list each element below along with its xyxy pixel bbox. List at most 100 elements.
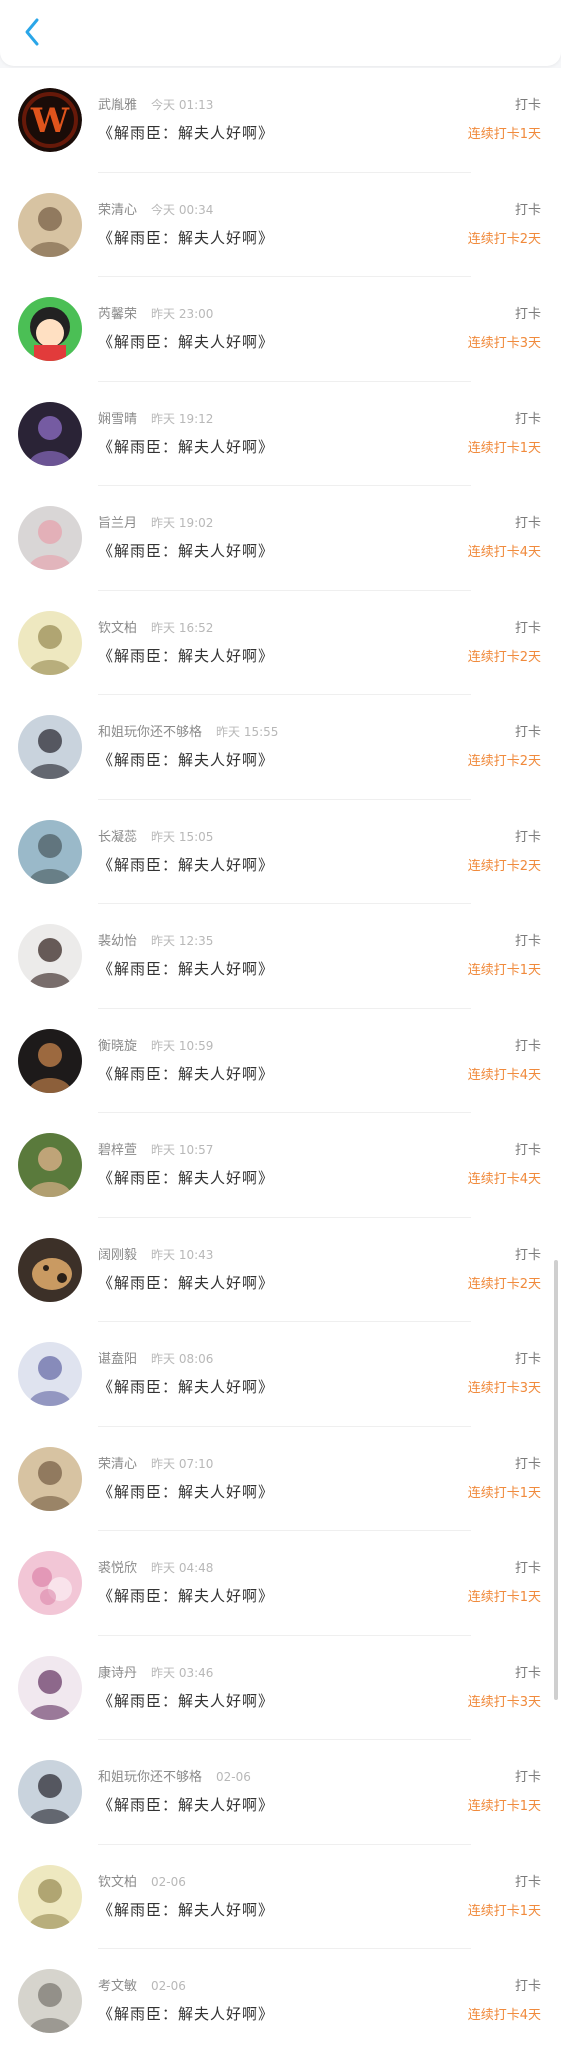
name-line: 钦文柏 昨天 16:52 [98, 617, 213, 636]
checkin-title[interactable]: 《解雨臣：解夫人好啊》 [98, 2003, 274, 2024]
cartoon-girl-avatar[interactable] [18, 297, 82, 361]
pink-floral-avatar[interactable] [18, 1551, 82, 1615]
list-item[interactable]: 考文敏 02-06 《解雨臣：解夫人好啊》 打卡 连续打卡4天 [0, 1949, 561, 2048]
sketch-character-avatar[interactable] [18, 1864, 82, 1929]
sketch-character-avatar[interactable] [18, 610, 82, 675]
post-time: 昨天 19:02 [151, 516, 214, 530]
list-item[interactable]: 裴幼怡 昨天 12:35 《解雨臣：解夫人好啊》 打卡 连续打卡1天 [0, 904, 561, 1009]
checkin-title[interactable]: 《解雨臣：解夫人好啊》 [98, 1167, 274, 1188]
name-line: 和姐玩你还不够格 02-06 [98, 1766, 251, 1785]
svg-text:W: W [30, 101, 70, 141]
checkin-label: 打卡 [514, 1665, 541, 1681]
list-item[interactable]: 荣清心 今天 00:34 《解雨臣：解夫人好啊》 打卡 连续打卡2天 [0, 173, 561, 277]
name-line: 旨兰月 昨天 19:02 [98, 512, 213, 531]
list-item[interactable]: 娴雪晴 昨天 19:12 《解雨臣：解夫人好啊》 打卡 连续打卡1天 [0, 382, 561, 486]
w-logo-avatar[interactable]: W [18, 88, 82, 152]
post-time: 昨天 12:35 [151, 934, 214, 948]
post-time: 昨天 07:10 [151, 1456, 214, 1471]
user-name[interactable]: 长凝蕊 [98, 830, 137, 845]
checkin-title[interactable]: 《解雨臣：解夫人好啊》 [98, 436, 274, 457]
checkin-title[interactable]: 《解雨臣：解夫人好啊》 [98, 854, 274, 875]
user-name[interactable]: 衡晓旋 [98, 1039, 137, 1054]
long-hair-girl-avatar[interactable] [18, 1760, 82, 1824]
user-name[interactable]: 旨兰月 [98, 516, 137, 531]
user-name[interactable]: 阔刚毅 [98, 1248, 137, 1263]
user-name[interactable]: 钦文柏 [98, 621, 137, 636]
dark-portrait-avatar[interactable] [18, 1028, 82, 1093]
user-name[interactable]: 碧梓萱 [98, 1143, 137, 1158]
night-photo-avatar[interactable] [18, 401, 82, 466]
chevron-left-icon [25, 18, 39, 46]
list-item[interactable]: 裘悦欣 昨天 04:48 《解雨臣：解夫人好啊》 打卡 连续打卡1天 [0, 1531, 561, 1636]
user-name[interactable]: 武胤雅 [98, 98, 137, 113]
user-name[interactable]: 芮馨荣 [98, 307, 137, 322]
anime-girl-avatar[interactable] [18, 192, 82, 257]
scrollbar[interactable] [554, 1260, 558, 1700]
list-item[interactable]: 长凝蕊 昨天 15:05 《解雨臣：解夫人好啊》 打卡 连续打卡2天 [0, 800, 561, 904]
list-item[interactable]: 钦文柏 02-06 《解雨臣：解夫人好啊》 打卡 连续打卡1天 [0, 1845, 561, 1949]
seaside-avatar[interactable] [18, 819, 82, 884]
anime-purple-hair-avatar[interactable] [18, 1655, 82, 1720]
checkin-title[interactable]: 《解雨臣：解夫人好啊》 [98, 749, 274, 770]
streak-badge: 连续打卡4天 [467, 1172, 541, 1187]
checkin-title[interactable]: 《解雨臣：解夫人好啊》 [98, 1899, 274, 1920]
back-button[interactable] [14, 14, 50, 50]
streak-badge: 连续打卡1天 [467, 1903, 541, 1919]
user-name[interactable]: 荣清心 [98, 203, 137, 218]
checkin-title[interactable]: 《解雨臣：解夫人好啊》 [98, 1063, 274, 1084]
checkin-title[interactable]: 《解雨臣：解夫人好啊》 [98, 227, 274, 248]
post-time: 昨天 10:57 [151, 1143, 214, 1157]
user-name[interactable]: 裴幼怡 [98, 934, 137, 949]
user-name[interactable]: 荣清心 [98, 1457, 137, 1472]
list-item[interactable]: 和姐玩你还不够格 02-06 《解雨臣：解夫人好啊》 打卡 连续打卡1天 [0, 1740, 561, 1845]
outdoor-girl-avatar[interactable] [18, 1969, 82, 2033]
streak-badge: 连续打卡3天 [467, 1381, 541, 1396]
anime-hero-avatar[interactable] [18, 1342, 82, 1406]
checkin-label: 打卡 [514, 411, 541, 427]
checkin-title[interactable]: 《解雨臣：解夫人好啊》 [98, 1794, 274, 1815]
list-item[interactable]: 衡晓旋 昨天 10:59 《解雨臣：解夫人好啊》 打卡 连续打卡4天 [0, 1009, 561, 1113]
checkin-title[interactable]: 《解雨臣：解夫人好啊》 [98, 1690, 274, 1711]
checkin-title[interactable]: 《解雨臣：解夫人好啊》 [98, 1585, 274, 1606]
checkin-title[interactable]: 《解雨臣：解夫人好啊》 [98, 1481, 274, 1502]
user-name[interactable]: 和姐玩你还不够格 [98, 1770, 202, 1785]
name-line: 阔刚毅 昨天 10:43 [98, 1244, 213, 1263]
user-name[interactable]: 裘悦欣 [98, 1561, 137, 1576]
long-hair-girl-avatar[interactable] [18, 715, 82, 779]
app-root: W 武胤雅 今天 01:13 《解雨臣：解夫人好啊》 打卡 连续打卡1天 荣清心今… [0, 0, 561, 2048]
checkin-title[interactable]: 《解雨臣：解夫人好啊》 [98, 1376, 274, 1397]
list-item[interactable]: 钦文柏 昨天 16:52 《解雨臣：解夫人好啊》 打卡 连续打卡2天 [0, 591, 561, 695]
streak-badge: 连续打卡2天 [467, 231, 541, 247]
checkin-title[interactable]: 《解雨臣：解夫人好啊》 [98, 540, 274, 561]
dog-avatar[interactable] [18, 1237, 82, 1302]
list-item[interactable]: 康诗丹 昨天 03:46 《解雨臣：解夫人好啊》 打卡 连续打卡3天 [0, 1636, 561, 1740]
list-item[interactable]: 碧梓萱 昨天 10:57 《解雨臣：解夫人好啊》 打卡 连续打卡4天 [0, 1113, 561, 1218]
streak-badge: 连续打卡4天 [467, 545, 541, 560]
list-item[interactable]: W 武胤雅 今天 01:13 《解雨臣：解夫人好啊》 打卡 连续打卡1天 [0, 68, 561, 173]
user-name[interactable]: 康诗丹 [98, 1666, 137, 1681]
user-name[interactable]: 钦文柏 [98, 1875, 137, 1890]
user-name[interactable]: 和姐玩你还不够格 [98, 725, 202, 740]
list-item[interactable]: 和姐玩你还不够格 昨天 15:55 《解雨臣：解夫人好啊》 打卡 连续打卡2天 [0, 695, 561, 800]
name-line: 长凝蕊 昨天 15:05 [98, 826, 213, 845]
garden-girl-avatar[interactable] [18, 1133, 82, 1197]
checkin-label: 打卡 [514, 1874, 541, 1890]
checkin-title[interactable]: 《解雨臣：解夫人好啊》 [98, 645, 274, 666]
checkin-title[interactable]: 《解雨臣：解夫人好啊》 [98, 331, 274, 352]
list-item[interactable]: 旨兰月 昨天 19:02 《解雨臣：解夫人好啊》 打卡 连续打卡4天 [0, 486, 561, 591]
still-life-avatar[interactable] [18, 506, 82, 570]
streak-badge: 连续打卡4天 [467, 1067, 541, 1083]
list-item[interactable]: 谌盍阳 昨天 08:06 《解雨臣：解夫人好啊》 打卡 连续打卡3天 [0, 1322, 561, 1427]
checkin-title[interactable]: 《解雨臣：解夫人好啊》 [98, 122, 274, 143]
girl-portrait-avatar[interactable] [18, 924, 82, 988]
list-item[interactable]: 荣清心 昨天 07:10 《解雨臣：解夫人好啊》 打卡 连续打卡1天 [0, 1427, 561, 1531]
list-item[interactable]: 芮馨荣 昨天 23:00 《解雨臣：解夫人好啊》 打卡 连续打卡3天 [0, 277, 561, 382]
user-name[interactable]: 谌盍阳 [98, 1352, 137, 1367]
list-item[interactable]: 阔刚毅 昨天 10:43 《解雨臣：解夫人好啊》 打卡 连续打卡2天 [0, 1218, 561, 1322]
anime-girl-avatar[interactable] [18, 1446, 82, 1511]
user-name[interactable]: 娴雪晴 [98, 412, 137, 427]
user-name[interactable]: 考文敏 [98, 1979, 137, 1994]
streak-badge: 连续打卡2天 [467, 754, 541, 769]
checkin-title[interactable]: 《解雨臣：解夫人好啊》 [98, 1272, 274, 1293]
checkin-title[interactable]: 《解雨臣：解夫人好啊》 [98, 958, 274, 979]
